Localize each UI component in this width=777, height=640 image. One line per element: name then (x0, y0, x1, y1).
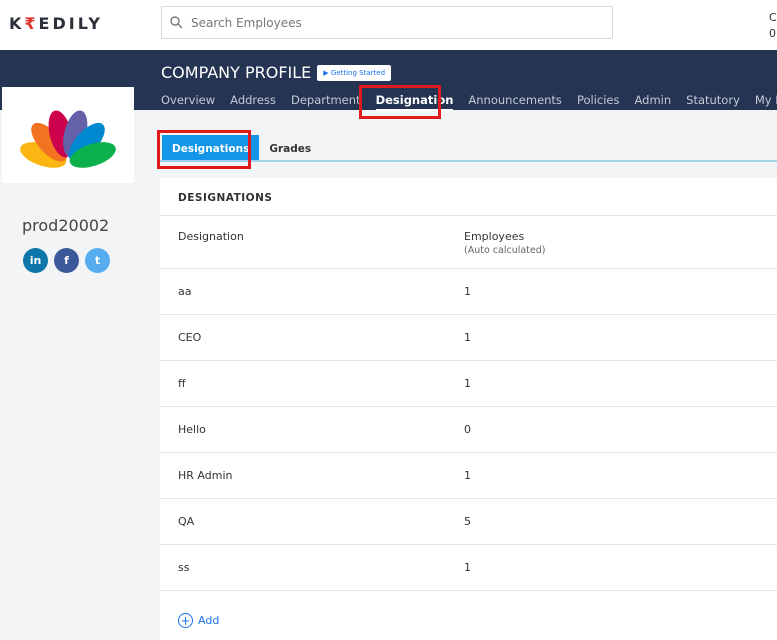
add-button[interactable]: + Add (178, 613, 777, 628)
tab-my-plan[interactable]: My Plan (755, 93, 777, 111)
designation-name: ss (178, 561, 190, 574)
kredily-logo[interactable]: K₹EDILY (9, 14, 103, 33)
company-nav: Overview Address Department Designation … (161, 93, 777, 111)
employee-count: 5 (464, 515, 471, 528)
tab-policies[interactable]: Policies (577, 93, 620, 111)
designation-name: ff (178, 377, 186, 390)
social-links: in f t (23, 248, 110, 273)
designation-name: QA (178, 515, 195, 528)
employee-count: 1 (464, 331, 471, 344)
table-row[interactable]: ss 1 (160, 545, 777, 591)
search-icon (170, 16, 183, 29)
table-row[interactable]: QA 5 (160, 499, 777, 545)
twitter-icon[interactable]: t (85, 248, 110, 273)
subtab-grades[interactable]: Grades (259, 135, 321, 160)
designation-name: aa (178, 285, 192, 298)
sub-tabs: Designations Grades (160, 135, 777, 162)
linkedin-icon[interactable]: in (23, 248, 48, 273)
highlight-box (157, 130, 251, 169)
company-name: prod20002 (22, 216, 110, 235)
tab-department[interactable]: Department (291, 93, 361, 111)
company-logo (2, 87, 134, 183)
getting-started-button[interactable]: ▶ Getting Started (317, 64, 392, 81)
designation-name: Hello (178, 423, 206, 436)
table-row[interactable]: ff 1 (160, 361, 777, 407)
designation-name: CEO (178, 331, 202, 344)
employee-count: 1 (464, 561, 471, 574)
designation-name: HR Admin (178, 469, 233, 482)
search-input[interactable]: Search Employees (161, 6, 613, 39)
tab-announcements[interactable]: Announcements (468, 93, 562, 111)
col-employees: Employees (Auto calculated) (464, 230, 546, 256)
employee-count: 1 (464, 285, 471, 298)
card-title: DESIGNATIONS (160, 178, 777, 216)
plus-circle-icon: + (178, 613, 193, 628)
top-bar: K₹EDILY Search Employees C0 (0, 0, 777, 50)
employee-count: 1 (464, 377, 471, 390)
col-designation: Designation (178, 230, 244, 243)
user-menu[interactable]: C0 (769, 10, 777, 42)
table-row[interactable]: Hello 0 (160, 407, 777, 453)
employee-count: 1 (464, 469, 471, 482)
table-row[interactable]: HR Admin 1 (160, 453, 777, 499)
page-title: COMPANY PROFILE ▶ Getting Started (161, 63, 392, 82)
facebook-icon[interactable]: f (54, 248, 79, 273)
tab-address[interactable]: Address (230, 93, 276, 111)
employee-count: 0 (464, 423, 471, 436)
tab-statutory[interactable]: Statutory (686, 93, 740, 111)
search-placeholder: Search Employees (191, 15, 302, 30)
tab-admin[interactable]: Admin (634, 93, 671, 111)
table-row[interactable]: CEO 1 (160, 315, 777, 361)
highlight-box (359, 85, 441, 119)
designations-card: DESIGNATIONS Designation Employees (Auto … (160, 178, 777, 640)
tab-overview[interactable]: Overview (161, 93, 215, 111)
table-row[interactable]: aa 1 (160, 269, 777, 315)
table-header: Designation Employees (Auto calculated) (160, 216, 777, 269)
